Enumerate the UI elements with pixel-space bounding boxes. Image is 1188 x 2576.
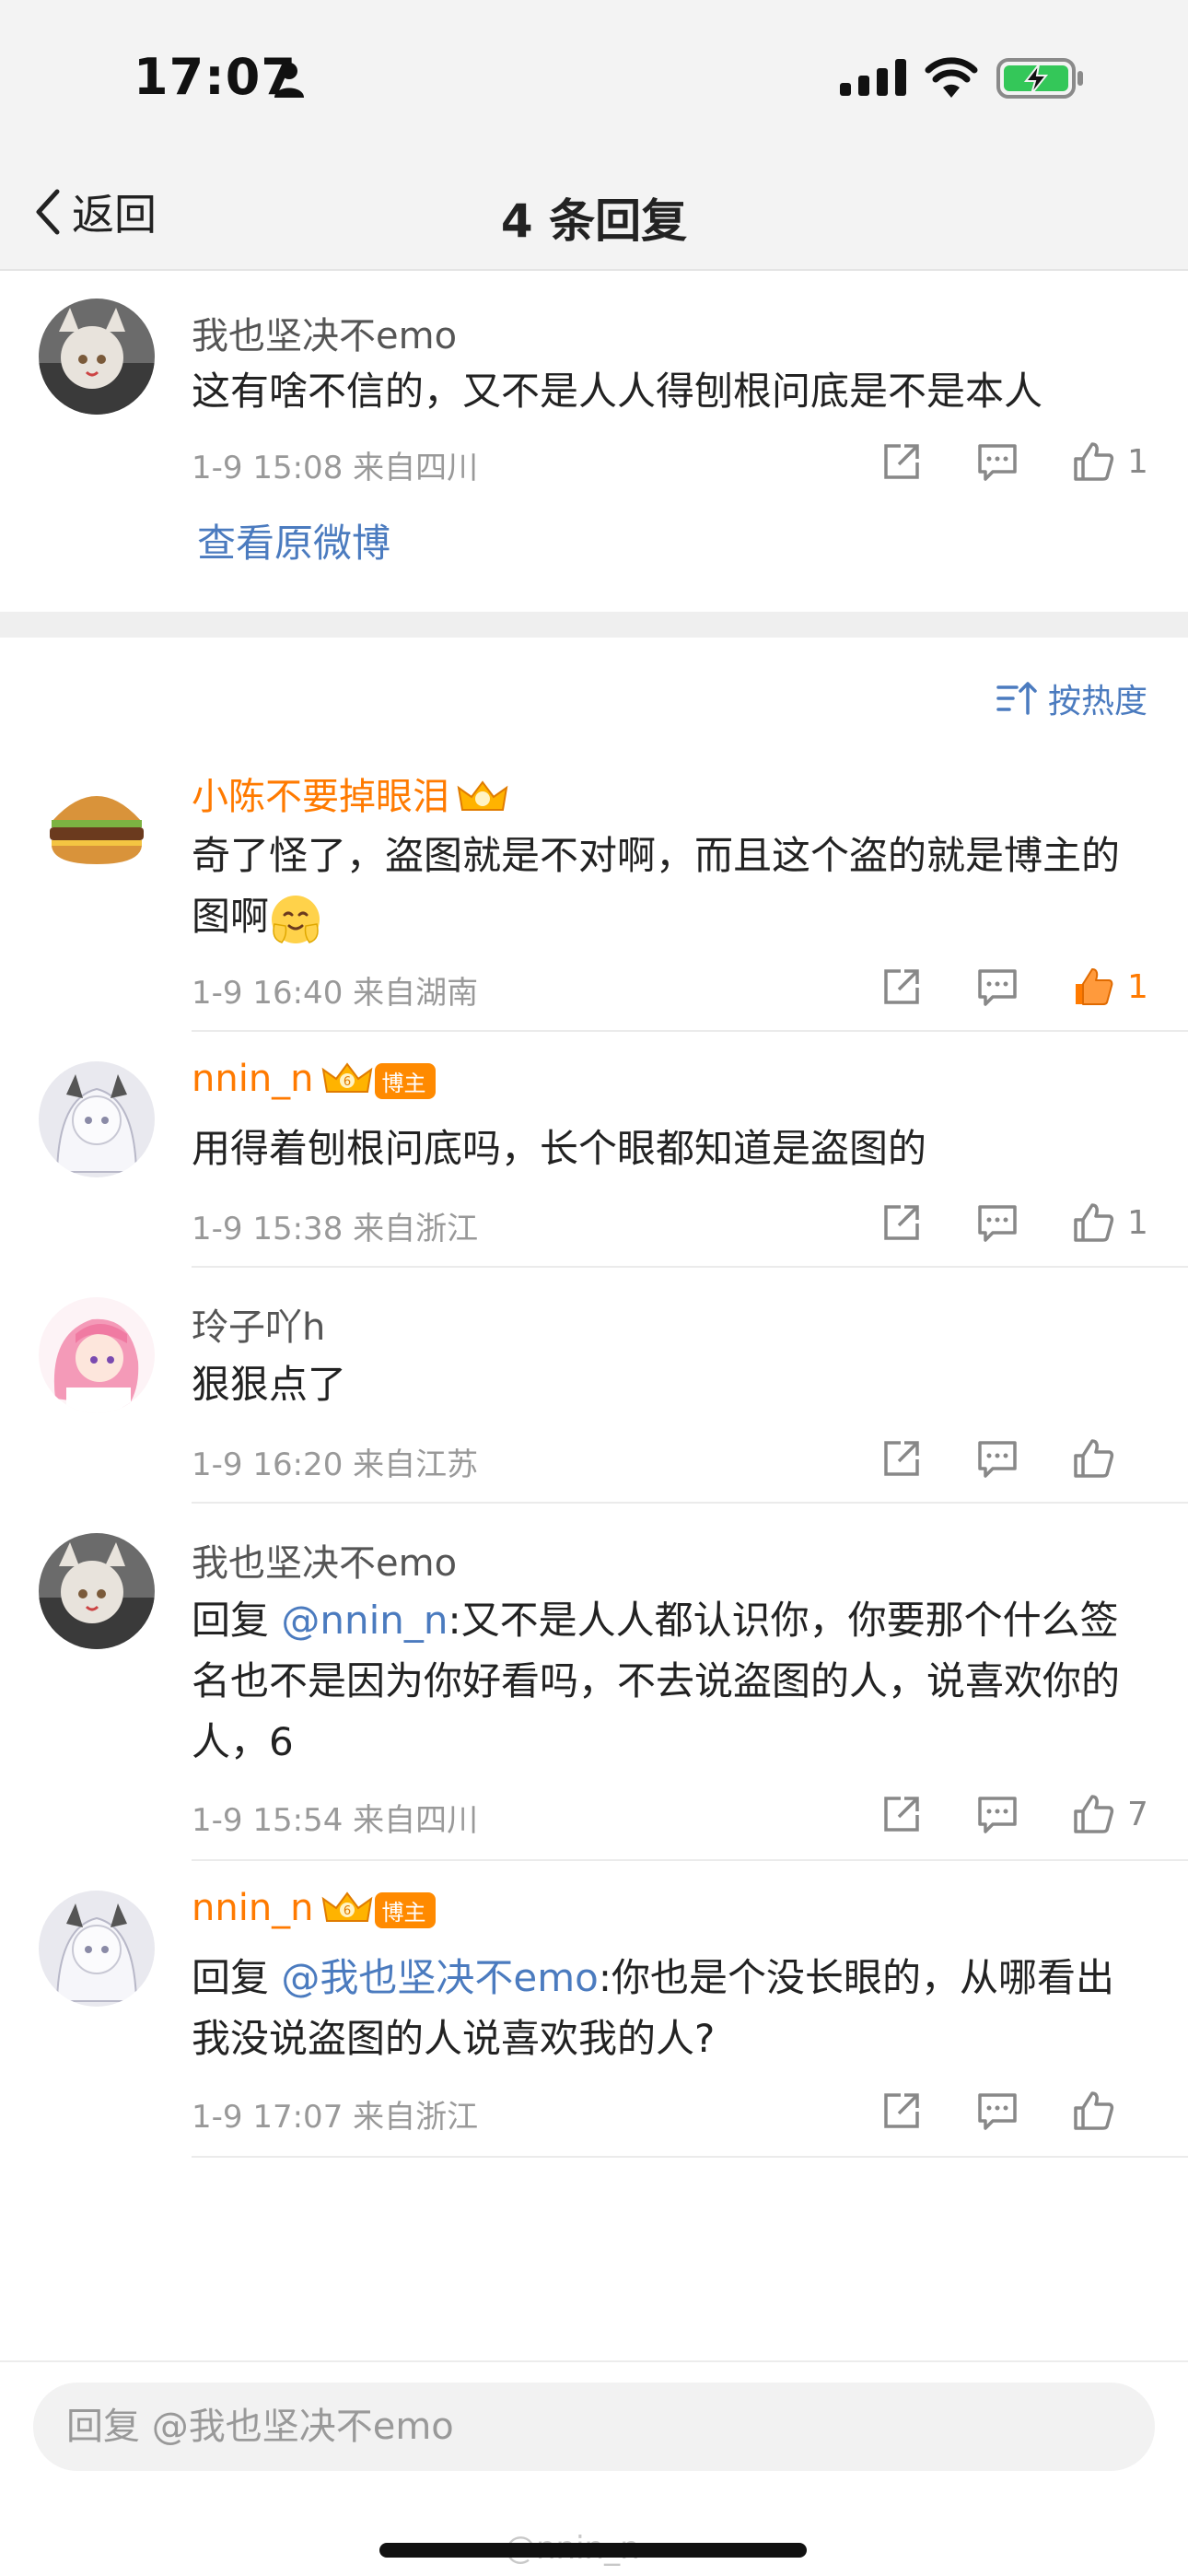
comment-actions [827, 2090, 1149, 2132]
comment-meta: 1-9 17:07 来自浙江 [192, 2099, 479, 2136]
username[interactable]: 我也坚决不emo [192, 306, 457, 359]
comment-actions: 7 [827, 1793, 1149, 1835]
avatar[interactable] [39, 299, 155, 415]
comment-meta: 1-9 15:08 来自四川 [192, 450, 479, 486]
sort-by-hot-button[interactable]: 按热度 [996, 674, 1147, 722]
bozhu-badge: 博主 [374, 1891, 436, 1928]
username[interactable]: nnin_n 6 博主 [192, 1887, 436, 1930]
smiling-face-emoji-icon [272, 895, 320, 943]
section-divider [0, 612, 1188, 638]
avatar[interactable] [39, 765, 155, 881]
view-original-link[interactable]: 查看原微博 [197, 512, 390, 568]
divider [192, 2156, 1188, 2158]
reply-prefix: 回复 [192, 1598, 282, 1643]
comment-text: 奇了怪了，盗图就是不对啊，而且这个盗的就是博主的图啊 [192, 825, 1149, 947]
reply-item: nnin_n 6 博主 回复 @我也坚决不emo:你也是个没长眼的，从哪看出我没说盗… [0, 1861, 1188, 2158]
reply-item: 小陈不要掉眼泪 奇了怪了，盗图就是不对啊，而且这个盗的就是博主的图啊 1-9 1… [0, 737, 1188, 1032]
home-indicator[interactable] [379, 2543, 807, 2558]
wifi-icon [925, 57, 978, 98]
comment-text-body: 奇了怪了，盗图就是不对啊，而且这个盗的就是博主的图啊 [192, 833, 1121, 939]
root-comment: 我也坚决不emo 这有啥不信的，又不是人人得刨根问底是不是本人 1-9 15:0… [0, 271, 1188, 612]
reply-input[interactable] [33, 2383, 1155, 2471]
share-icon[interactable] [880, 440, 923, 483]
username-text: 小陈不要掉眼泪 [192, 776, 449, 818]
mention-link[interactable]: @nnin_n [281, 1598, 448, 1643]
like-icon[interactable] [1072, 1793, 1114, 1835]
share-icon[interactable] [880, 966, 923, 1008]
page-title: 4 条回复 [500, 194, 688, 248]
comment-actions: 1 [827, 440, 1149, 483]
share-icon[interactable] [880, 2090, 923, 2132]
comment-text: 狠狠点了 [192, 1362, 347, 1407]
reply-item: nnin_n 6 博主 用得着刨根问底吗，长个眼都知道是盗图的 1-9 15:38 … [0, 1032, 1188, 1268]
comment-meta: 1-9 15:38 来自浙江 [192, 1211, 479, 1247]
like-icon[interactable] [1072, 1201, 1114, 1244]
username[interactable]: 玲子吖h [192, 1297, 325, 1351]
crown-level: 6 [343, 1075, 350, 1089]
avatar[interactable] [39, 1891, 155, 2007]
comment-actions [827, 1437, 1149, 1480]
like-icon[interactable] [1072, 1437, 1114, 1480]
share-icon[interactable] [880, 1201, 923, 1244]
liked-icon[interactable] [1072, 966, 1114, 1008]
bozhu-badge: 博主 [374, 1062, 436, 1099]
like-icon[interactable] [1072, 440, 1114, 483]
reply-bar: @nnin_n [0, 2360, 1188, 2576]
comment-icon[interactable] [976, 440, 1019, 483]
comment-text: 这有啥不信的，又不是人人得刨根问底是不是本人 [192, 369, 1043, 414]
comment-icon[interactable] [976, 966, 1019, 1008]
reply-item: 玲子吖h 狠狠点了 1-9 16:20 来自江苏 [0, 1268, 1188, 1504]
comment-icon[interactable] [976, 1201, 1019, 1244]
comment-actions: 1 [827, 1201, 1149, 1244]
reply-prefix: 回复 [192, 1955, 282, 2000]
like-count: 1 [1127, 1203, 1148, 1242]
like-count: 7 [1127, 1795, 1148, 1833]
sort-icon [996, 682, 1037, 715]
comment-text: 回复 @我也坚决不emo:你也是个没长眼的，从哪看出我没说盗图的人说喜欢我的人? [192, 1948, 1149, 2069]
avatar[interactable] [39, 1061, 155, 1177]
comment-text: 用得着刨根问底吗，长个眼都知道是盗图的 [192, 1126, 927, 1171]
comment-icon[interactable] [976, 1437, 1019, 1480]
username[interactable]: 小陈不要掉眼泪 [192, 767, 508, 820]
reply-item: 我也坚决不emo 回复 @nnin_n:又不是人人都认识你，你要那个什么签名也不… [0, 1504, 1188, 1861]
person-icon [274, 63, 304, 98]
username-text: nnin_n [192, 1058, 314, 1100]
share-icon[interactable] [880, 1437, 923, 1480]
like-count: 1 [1127, 442, 1148, 481]
cellular-signal-icon [840, 59, 906, 96]
share-icon[interactable] [880, 1793, 923, 1835]
avatar[interactable] [39, 1297, 155, 1413]
comment-meta: 1-9 16:40 来自湖南 [192, 975, 479, 1012]
sort-label: 按热度 [1047, 683, 1147, 720]
username-text: nnin_n [192, 1887, 314, 1929]
crown-badge-icon [457, 780, 508, 811]
crown-level: 6 [343, 1904, 350, 1918]
mention-link[interactable]: @我也坚决不emo [281, 1955, 598, 2000]
username[interactable]: nnin_n 6 博主 [192, 1058, 436, 1101]
crown-badge-icon: 6 [321, 1891, 372, 1922]
username[interactable]: 我也坚决不emo [192, 1533, 457, 1587]
comment-icon[interactable] [976, 1793, 1019, 1835]
status-bar: 17:07 [0, 0, 1188, 157]
nav-bar: 返回 4 条回复 [0, 157, 1188, 271]
avatar[interactable] [39, 1533, 155, 1649]
comment-text: 回复 @nnin_n:又不是人人都认识你，你要那个什么签名也不是因为你好看吗，不… [192, 1590, 1149, 1773]
like-count: 1 [1127, 967, 1148, 1006]
comment-meta: 1-9 16:20 来自江苏 [192, 1446, 479, 1483]
crown-badge-icon: 6 [321, 1062, 372, 1093]
like-icon[interactable] [1072, 2090, 1114, 2132]
comment-actions: 1 [827, 966, 1149, 1008]
comment-icon[interactable] [976, 2090, 1019, 2132]
battery-charging-icon [996, 58, 1083, 99]
comment-meta: 1-9 15:54 来自四川 [192, 1802, 479, 1839]
